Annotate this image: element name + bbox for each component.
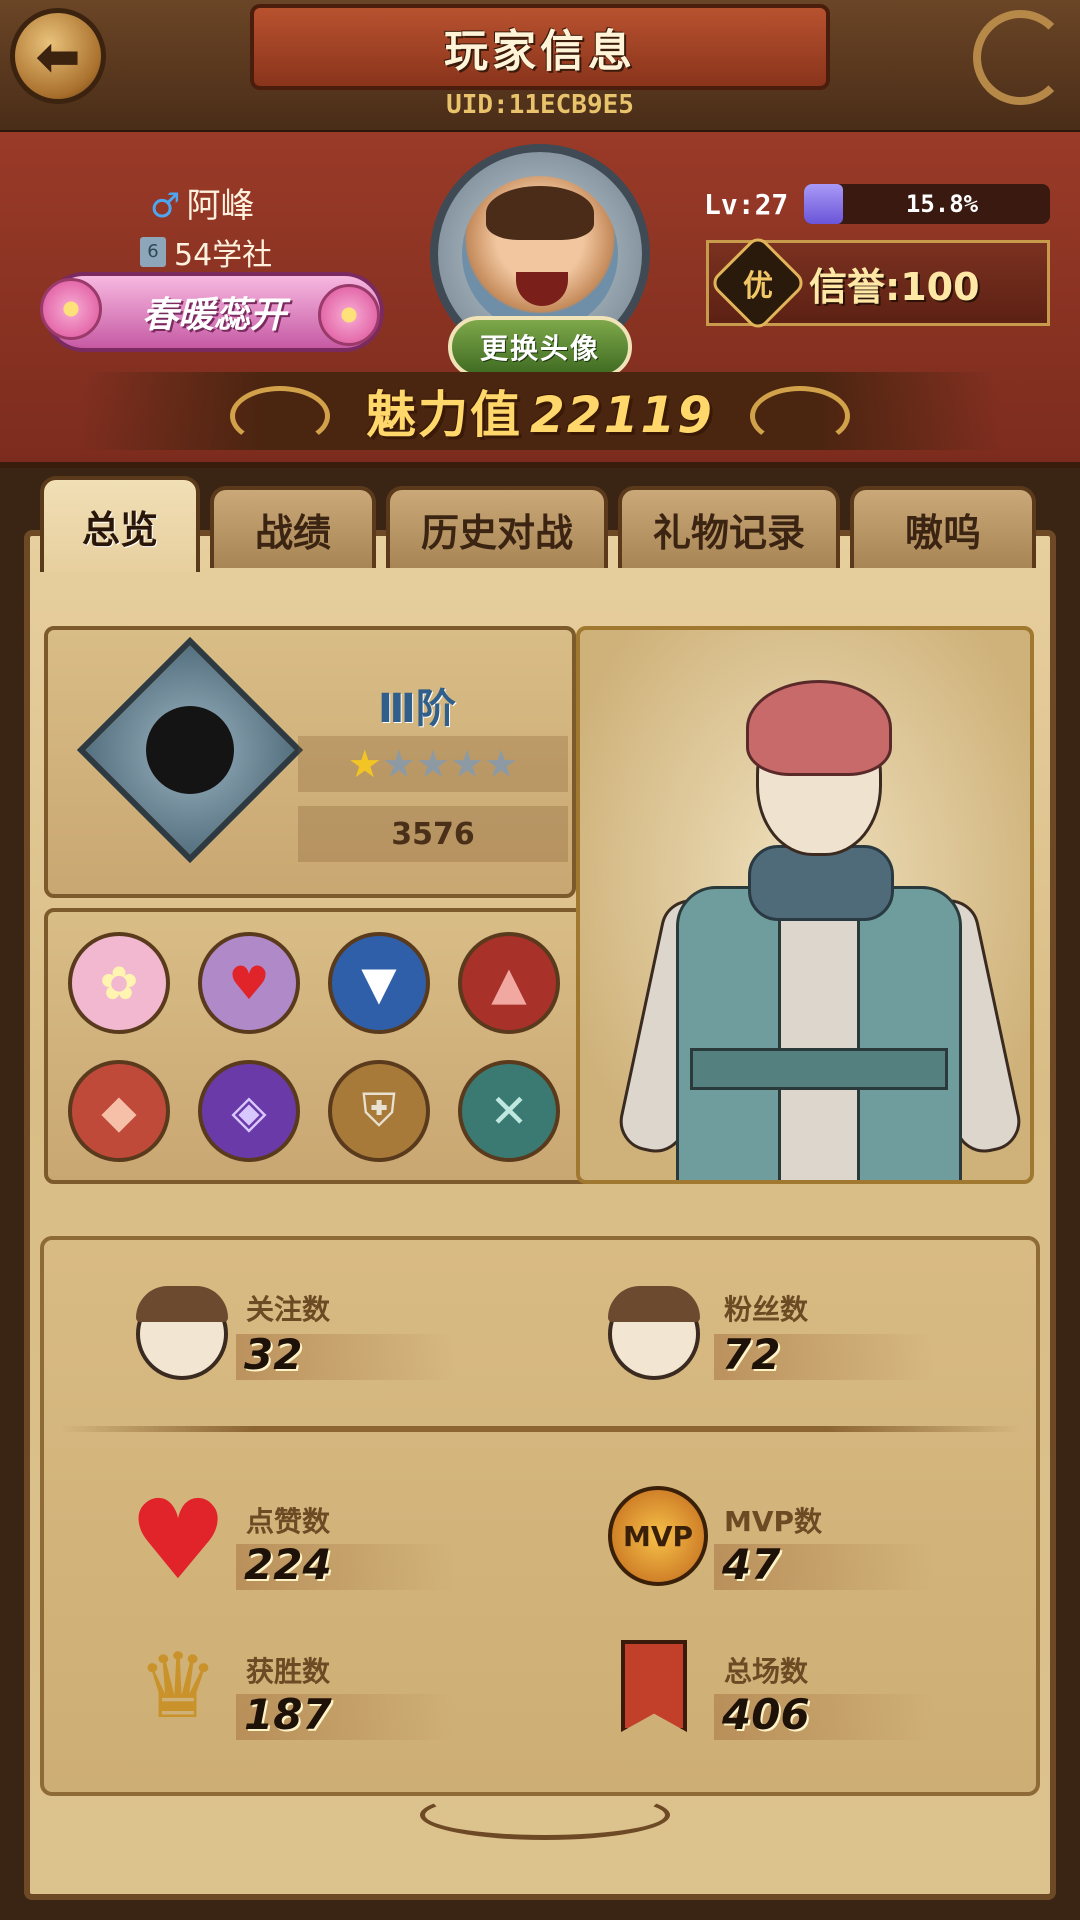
title-badge-label: 春暖蕊开 bbox=[141, 295, 286, 336]
crossbow-badge-icon[interactable]: ✕ bbox=[458, 1060, 560, 1162]
achievement-panel: ✿ ♥ ▼ ▲ ◆ ◈ ⛨ ✕ bbox=[44, 908, 632, 1184]
mvp-count: 47 bbox=[722, 1540, 781, 1589]
purple-mask-badge-icon[interactable]: ◈ bbox=[198, 1060, 300, 1162]
star-empty-icon: ★ bbox=[484, 742, 519, 786]
level-progress-fill bbox=[804, 184, 843, 224]
bottom-ornament-icon bbox=[420, 1790, 670, 1840]
school-name: 54学社 bbox=[174, 238, 273, 273]
star-empty-icon: ★ bbox=[450, 742, 485, 786]
star-empty-icon: ★ bbox=[381, 742, 416, 786]
followers-icon bbox=[604, 1284, 704, 1384]
mvp-label: MVP数 bbox=[724, 1505, 823, 1538]
followers-label: 粉丝数 bbox=[724, 1293, 809, 1326]
charm-label: 魅力值 bbox=[366, 386, 523, 444]
heart-badge-icon[interactable]: ♥ bbox=[198, 932, 300, 1034]
charm-value: 魅力值 22119 bbox=[366, 375, 714, 447]
player-level: Lv:27 bbox=[704, 187, 789, 221]
character-hair bbox=[746, 680, 892, 776]
flower-icon bbox=[40, 278, 102, 340]
school-level-icon: 6 bbox=[140, 237, 166, 267]
charm-number: 22119 bbox=[530, 386, 714, 444]
rank-stars: ★ ★ ★ ★ ★ bbox=[298, 736, 568, 792]
divider bbox=[60, 1426, 1020, 1432]
tab-gift-record[interactable]: 礼物记录 bbox=[618, 486, 840, 568]
star-filled-icon: ★ bbox=[347, 742, 382, 786]
scroll-ornament-icon bbox=[750, 386, 850, 446]
mvp-icon: MVP bbox=[608, 1486, 708, 1586]
level-progress-text: 15.8% bbox=[905, 190, 979, 218]
wins-label: 获胜数 bbox=[246, 1655, 331, 1688]
total-label: 总场数 bbox=[724, 1655, 809, 1688]
school-row[interactable]: 6 54学社 bbox=[140, 230, 272, 274]
tab-record[interactable]: 战绩 bbox=[210, 486, 376, 568]
battle-banner-icon bbox=[604, 1636, 704, 1736]
player-uid: UID:11ECB9E5 bbox=[446, 90, 634, 120]
avatar bbox=[462, 176, 618, 332]
rank-points-row: 3576 bbox=[298, 806, 568, 862]
tab-overview[interactable]: 总览 bbox=[40, 476, 200, 572]
credit-rating-icon: 优 bbox=[708, 233, 808, 333]
tab-howl[interactable]: 嗷呜 bbox=[850, 486, 1036, 568]
level-row: Lv:27 15.8% bbox=[704, 182, 1050, 226]
male-gender-icon: ♂ bbox=[150, 186, 181, 226]
following-icon bbox=[132, 1284, 232, 1384]
top-bar: ⬅ 玩家信息 UID:11ECB9E5 bbox=[0, 0, 1080, 134]
flower-icon bbox=[318, 284, 380, 346]
change-avatar-button[interactable]: 更换头像 bbox=[448, 316, 632, 378]
character-shirt bbox=[778, 900, 860, 1180]
tab-bar: 总览 战绩 历史对战 礼物记录 嗷呜 bbox=[40, 476, 1050, 572]
likes-label: 点赞数 bbox=[246, 1505, 331, 1538]
following-label: 关注数 bbox=[246, 1293, 331, 1326]
shield-sword-badge-icon[interactable]: ⛨ bbox=[328, 1060, 430, 1162]
red-wolf-badge-icon[interactable]: ▲ bbox=[458, 932, 560, 1034]
heart-icon: ♥ bbox=[128, 1476, 228, 1604]
character-scarf bbox=[748, 845, 894, 921]
credit-score-text: 信誉:100 bbox=[809, 264, 980, 309]
star-empty-icon: ★ bbox=[415, 742, 451, 786]
character-belt bbox=[690, 1048, 948, 1090]
player-name-row: ♂ 阿峰 bbox=[150, 178, 254, 227]
profile-section: ♂ 阿峰 6 54学社 春暖蕊开 更换头像 Lv:27 15.8% 优 信誉:10… bbox=[0, 132, 1080, 468]
rank-points: 3576 bbox=[391, 816, 475, 852]
credit-score[interactable]: 优 信誉:100 bbox=[706, 233, 1050, 333]
white-wolf-badge-icon[interactable]: ▼ bbox=[328, 932, 430, 1034]
followers-count[interactable]: 72 bbox=[722, 1330, 780, 1379]
total-count: 406 bbox=[722, 1690, 810, 1739]
werewolf-badge-icon[interactable]: ◆ bbox=[68, 1060, 170, 1162]
page-title: 玩家信息 bbox=[250, 4, 830, 90]
following-count[interactable]: 32 bbox=[244, 1330, 302, 1379]
level-progress-bar: 15.8% bbox=[804, 184, 1050, 224]
rank-tier: Ⅲ阶 bbox=[378, 686, 456, 732]
charm-bar: 魅力值 22119 bbox=[80, 372, 1000, 450]
tab-battle-history[interactable]: 历史对战 bbox=[386, 486, 608, 568]
wins-count: 187 bbox=[244, 1690, 332, 1739]
scroll-ornament-icon bbox=[230, 386, 330, 446]
player-name: 阿峰 bbox=[186, 186, 255, 226]
back-arrow-icon: ⬅ bbox=[35, 24, 81, 88]
trophy-icon: ♛ bbox=[137, 1633, 219, 1739]
rank-panel[interactable]: Ⅲ阶 ★ ★ ★ ★ ★ 3576 bbox=[44, 626, 576, 898]
wolf-rank-emblem-icon bbox=[76, 636, 304, 864]
character-portrait[interactable] bbox=[576, 626, 1034, 1184]
flower-badge-icon[interactable]: ✿ bbox=[68, 932, 170, 1034]
likes-count: 224 bbox=[244, 1540, 332, 1589]
